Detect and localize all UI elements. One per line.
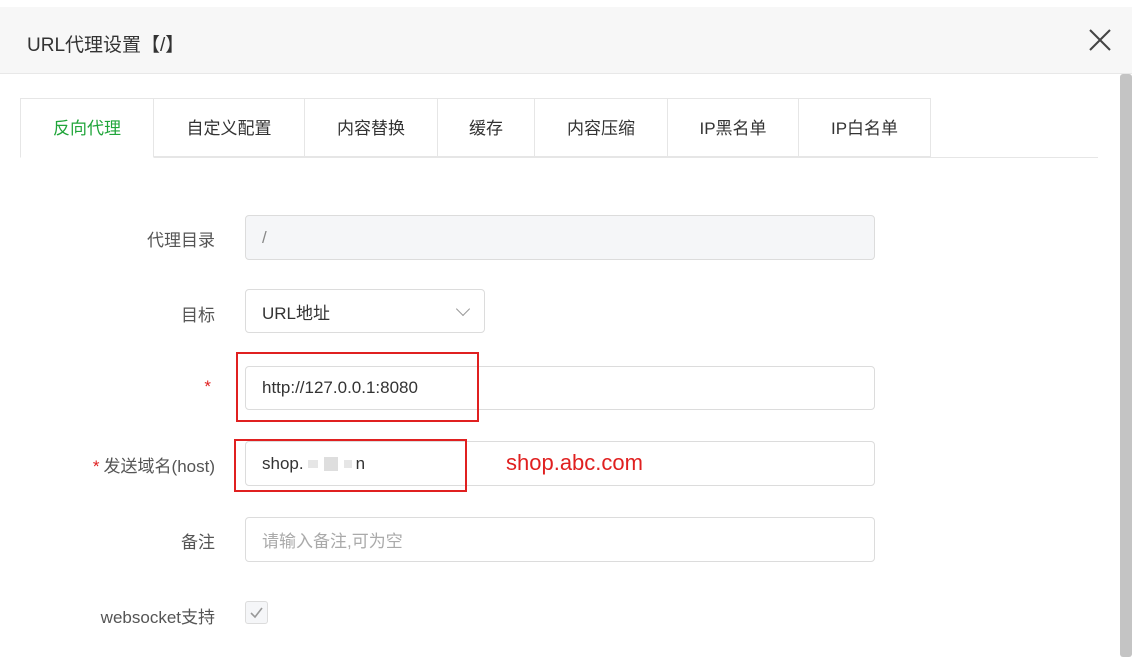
tab-compression[interactable]: 内容压缩 — [535, 98, 668, 157]
scrollbar[interactable] — [1120, 74, 1132, 657]
remark-input[interactable]: 请输入备注,可为空 — [245, 517, 875, 562]
top-strip — [0, 0, 1132, 7]
host-label-text: 发送域名(host) — [103, 457, 215, 476]
dialog-header: URL代理设置【/】 — [0, 7, 1132, 74]
tab-content-replace[interactable]: 内容替换 — [305, 98, 438, 157]
websocket-checkbox[interactable] — [245, 601, 268, 624]
target-select[interactable]: URL地址 — [245, 289, 485, 333]
highlight-box-url — [236, 352, 479, 422]
tab-cache[interactable]: 缓存 — [438, 98, 535, 157]
target-url-label: * — [15, 377, 215, 397]
required-mark: * — [204, 377, 211, 396]
proxy-dir-value: / — [262, 227, 267, 247]
close-icon — [1089, 29, 1111, 51]
dialog-title: URL代理设置【/】 — [27, 35, 185, 56]
tab-ip-whitelist[interactable]: IP白名单 — [799, 98, 931, 157]
required-mark: * — [92, 457, 100, 476]
target-select-value: URL地址 — [262, 303, 331, 323]
websocket-label: websocket支持 — [100, 608, 215, 627]
target-label: 目标 — [181, 306, 215, 325]
checkmark-icon — [250, 607, 263, 619]
remark-placeholder: 请输入备注,可为空 — [262, 532, 403, 551]
tab-reverse-proxy[interactable]: 反向代理 — [20, 98, 154, 158]
host-label: * 发送域名(host) — [15, 452, 215, 477]
highlight-box-host — [234, 439, 467, 492]
proxy-dir-label: 代理目录 — [147, 231, 215, 250]
proxy-dir-field: / — [245, 215, 875, 260]
remark-label: 备注 — [181, 533, 215, 552]
annotation-text: shop.abc.com — [506, 450, 643, 475]
tab-bar: 反向代理 自定义配置 内容替换 缓存 内容压缩 IP黑名单 IP白名单 — [20, 98, 931, 158]
close-button[interactable] — [1086, 26, 1114, 54]
tab-ip-blacklist[interactable]: IP黑名单 — [668, 98, 799, 157]
chevron-down-icon — [455, 301, 471, 317]
tab-custom-config[interactable]: 自定义配置 — [154, 98, 305, 157]
